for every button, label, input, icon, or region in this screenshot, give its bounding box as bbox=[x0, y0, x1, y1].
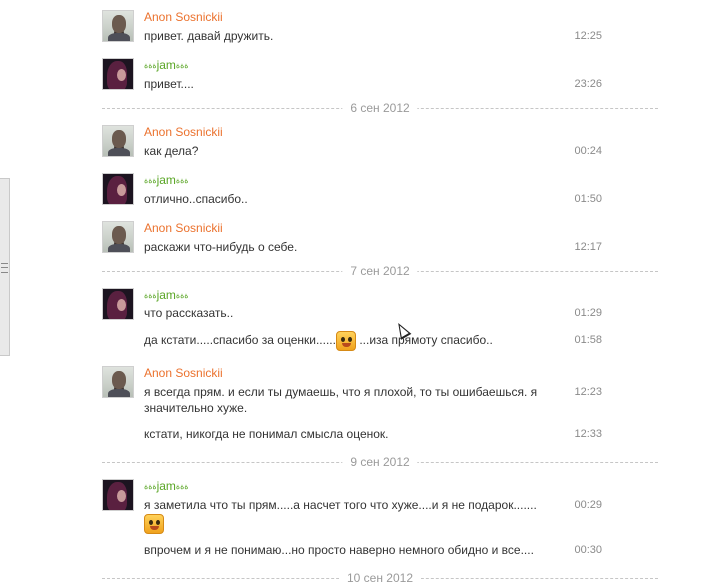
message-time: 12:25 bbox=[574, 30, 602, 42]
author-name[interactable]: ةةةjamةةة bbox=[144, 58, 189, 73]
author-decoration: ةةة bbox=[144, 176, 157, 185]
message-text: кстати, никогда не понимал смысла оценок… bbox=[144, 427, 389, 441]
author-nick: jam bbox=[156, 479, 176, 493]
message-time: 23:26 bbox=[574, 78, 602, 90]
message-text: как дела? bbox=[144, 144, 199, 158]
message-time: 12:23 bbox=[574, 386, 602, 398]
message-text: привет.... bbox=[144, 77, 194, 91]
author-name[interactable]: Anon Sosnickii bbox=[144, 221, 223, 235]
author-nick: jam bbox=[156, 58, 176, 72]
message-time: 12:17 bbox=[574, 241, 602, 253]
message-text: отлично..спасибо.. bbox=[144, 192, 248, 206]
author-name[interactable]: ةةةjamةةة bbox=[144, 288, 189, 303]
smiley-icon bbox=[144, 514, 164, 534]
author-decoration: ةةة bbox=[175, 176, 189, 185]
message-group: Anon Sosnickii я всегда прям. и если ты … bbox=[102, 366, 622, 444]
message-time: 00:29 bbox=[574, 499, 602, 511]
author-name[interactable]: ةةةjamةةة bbox=[144, 479, 189, 494]
author-decoration: ةةة bbox=[144, 291, 157, 300]
message-time: 00:30 bbox=[574, 544, 602, 556]
message-group: ةةةjamةةة привет.... 23:26 bbox=[102, 58, 622, 92]
avatar[interactable] bbox=[102, 125, 134, 157]
avatar[interactable] bbox=[102, 173, 134, 205]
message-time: 00:24 bbox=[574, 145, 602, 157]
avatar[interactable] bbox=[102, 10, 134, 42]
avatar[interactable] bbox=[102, 366, 134, 398]
message-text: да кстати.....спасибо за оценки...... ..… bbox=[144, 331, 564, 351]
message-text: привет. давай дружить. bbox=[144, 29, 274, 43]
author-decoration: ةةة bbox=[175, 61, 189, 70]
author-name[interactable]: Anon Sosnickii bbox=[144, 366, 223, 380]
author-decoration: ةةة bbox=[175, 482, 189, 491]
message-text-part: да кстати.....спасибо за оценки...... bbox=[144, 333, 336, 348]
message-group: ةةةjamةةة отлично..спасибо.. 01:50 bbox=[102, 173, 622, 207]
avatar[interactable] bbox=[102, 288, 134, 320]
date-separator: 10 сен 2012 bbox=[102, 571, 658, 585]
date-separator: 7 сен 2012 bbox=[102, 264, 658, 278]
message-time: 01:29 bbox=[574, 307, 602, 319]
message-text: что рассказать.. bbox=[144, 306, 234, 320]
date-label: 7 сен 2012 bbox=[342, 264, 418, 278]
avatar[interactable] bbox=[102, 58, 134, 90]
date-separator: 6 сен 2012 bbox=[102, 101, 658, 115]
message-text: я заметила что ты прям.....а насчет того… bbox=[144, 498, 537, 512]
author-name[interactable]: Anon Sosnickii bbox=[144, 10, 223, 24]
message-time: 12:33 bbox=[574, 428, 602, 440]
avatar[interactable] bbox=[102, 221, 134, 253]
message-group: Anon Sosnickii привет. давай дружить. 12… bbox=[102, 10, 622, 44]
message-group: Anon Sosnickii раскажи что-нибудь о себе… bbox=[102, 221, 622, 255]
author-name[interactable]: ةةةjamةةة bbox=[144, 173, 189, 188]
avatar[interactable] bbox=[102, 479, 134, 511]
message-time: 01:58 bbox=[574, 334, 602, 346]
message-time: 01:50 bbox=[574, 193, 602, 205]
chat-history: Anon Sosnickii привет. давай дружить. 12… bbox=[0, 0, 728, 585]
date-separator: 9 сен 2012 bbox=[102, 455, 658, 469]
author-decoration: ةةة bbox=[175, 291, 189, 300]
author-decoration: ةةة bbox=[144, 482, 157, 491]
author-nick: jam bbox=[156, 288, 176, 302]
author-name[interactable]: Anon Sosnickii bbox=[144, 125, 223, 139]
message-group: Anon Sosnickii как дела? 00:24 bbox=[102, 125, 622, 159]
date-label: 10 сен 2012 bbox=[338, 571, 422, 585]
date-label: 6 сен 2012 bbox=[342, 101, 418, 115]
date-label: 9 сен 2012 bbox=[342, 455, 418, 469]
message-text: впрочем и я не понимаю...но просто навер… bbox=[144, 543, 534, 557]
message-text-part: ...иза прямоту спасибо.. bbox=[355, 333, 493, 348]
author-decoration: ةةة bbox=[144, 61, 157, 70]
message-text: я всегда прям. и если ты думаешь, что я … bbox=[144, 385, 538, 415]
message-group: ةةةjamةةة я заметила что ты прям.....а н… bbox=[102, 479, 622, 559]
message-group: ةةةjamةةة что рассказать.. 01:29 да кста… bbox=[102, 288, 622, 351]
author-nick: jam bbox=[156, 173, 176, 187]
message-text: раскажи что-нибудь о себе. bbox=[144, 240, 298, 254]
smiley-icon bbox=[335, 331, 356, 351]
